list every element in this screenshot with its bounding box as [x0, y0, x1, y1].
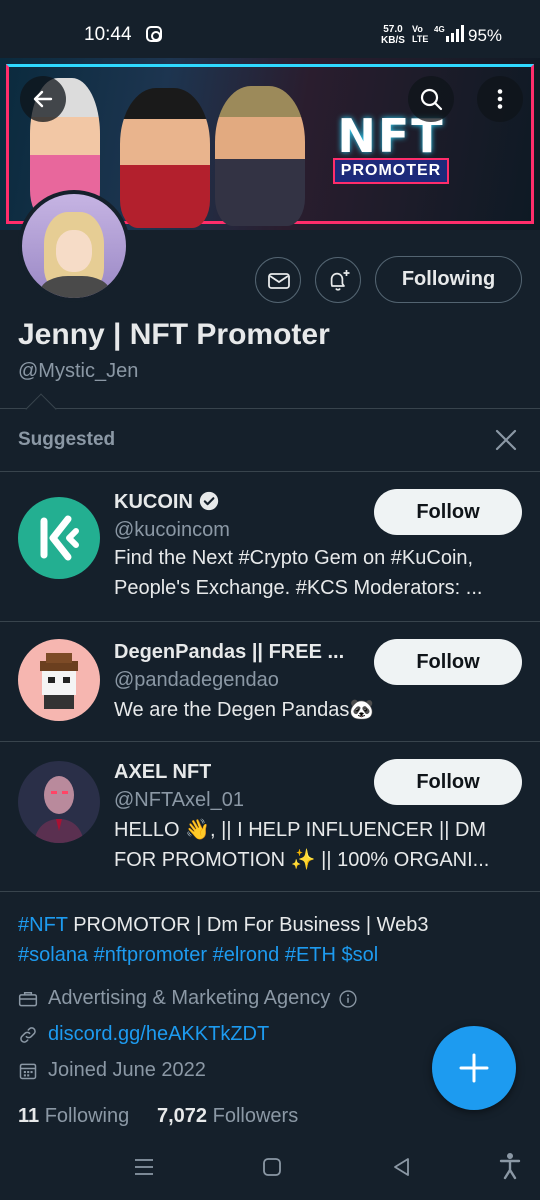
follow-counts: 11 Following 7,072 Followers — [18, 1105, 298, 1128]
axel-avatar-icon — [34, 776, 84, 843]
account-name-text: KUCOIN — [114, 491, 193, 513]
suggested-account-handle: @NFTAxel_01 — [114, 789, 244, 811]
suggested-title: Suggested — [18, 429, 116, 450]
following-button[interactable]: Following — [375, 256, 522, 303]
briefcase-icon — [18, 991, 38, 1006]
divider — [0, 408, 540, 409]
kucoin-logo-icon — [40, 515, 79, 561]
close-icon[interactable] — [494, 428, 518, 452]
banner-character — [120, 88, 210, 228]
suggested-account[interactable]: DegenPandas || FREE ... @pandadegendao W… — [0, 621, 540, 741]
followers-label: Followers — [212, 1105, 299, 1127]
signal-icon: 4G — [434, 25, 464, 42]
profile-handle: @Mystic_Jen — [18, 360, 139, 382]
accessibility-icon[interactable] — [498, 1152, 522, 1180]
divider — [0, 891, 540, 892]
following-count-link[interactable]: 11 Following — [18, 1105, 129, 1127]
hashtag-link[interactable]: #ETH — [285, 944, 336, 966]
kucoin-avatar — [18, 497, 100, 579]
following-label: Following — [44, 1105, 130, 1127]
message-button[interactable] — [255, 257, 301, 303]
search-icon — [420, 88, 443, 111]
link-icon — [20, 1026, 36, 1043]
network-speed: 57.0 KB/S — [381, 24, 405, 46]
more-vertical-icon — [497, 89, 503, 109]
back-arrow-icon — [33, 90, 53, 108]
follow-button[interactable]: Follow — [374, 759, 522, 805]
system-navigation-bar — [0, 1140, 540, 1200]
plus-icon — [459, 1053, 489, 1083]
suggested-caret — [25, 393, 57, 425]
website-row: discord.gg/heAKKTkZDT — [18, 1023, 269, 1046]
suggested-account[interactable]: AXEL NFT @NFTAxel_01 HELLO 👋, || I HELP … — [0, 741, 540, 891]
suggested-account-bio: Find the Next #Crypto Gem on #KuCoin, Pe… — [114, 547, 483, 599]
category-row: Advertising & Marketing Agency — [18, 987, 358, 1010]
display-name: Jenny | NFT Promoter — [18, 318, 330, 351]
network-speed-unit: KB/S — [381, 35, 405, 46]
hashtag-link[interactable]: #NFT — [18, 914, 68, 936]
notifications-button[interactable] — [315, 257, 361, 303]
profile-website-link[interactable]: discord.gg/heAKKTkZDT — [48, 1023, 269, 1046]
volte-bottom: LTE — [412, 34, 429, 44]
suggested-account-bio: HELLO 👋, || I HELP INFLUENCER || DM FOR … — [114, 819, 490, 871]
suggested-account-bio: We are the Degen Pandas🐼 — [114, 699, 375, 721]
avatar-dress — [40, 276, 110, 298]
suggested-account-handle: @pandadegendao — [114, 669, 279, 691]
status-bar: 10:44 57.0 KB/S Vo LTE 4G 95% — [0, 0, 540, 58]
search-button[interactable] — [408, 76, 454, 122]
suggested-account-name: KUCOIN — [114, 491, 219, 514]
network-speed-value: 57.0 — [383, 24, 403, 35]
info-icon[interactable] — [338, 989, 358, 1009]
recent-apps-icon[interactable] — [132, 1156, 156, 1178]
home-icon[interactable] — [261, 1156, 283, 1178]
follow-button[interactable]: Follow — [374, 489, 522, 535]
volte-indicator: Vo LTE — [412, 24, 428, 44]
cashtag-link[interactable]: $sol — [342, 944, 379, 966]
bio-text: PROMOTOR | Dm For Business | Web3 — [67, 914, 429, 936]
suggested-account[interactable]: KUCOIN @kucoincom Find the Next #Crypto … — [0, 471, 540, 621]
profile-category: Advertising & Marketing Agency — [48, 987, 331, 1009]
mail-icon — [268, 273, 290, 289]
profile-bio: #NFT PROMOTOR | Dm For Business | Web3 #… — [18, 910, 528, 970]
hashtag-link[interactable]: #nftpromoter — [94, 944, 207, 966]
banner-character — [215, 86, 305, 226]
hashtag-link[interactable]: #solana — [18, 944, 88, 966]
back-nav-icon[interactable] — [391, 1156, 411, 1178]
banner-logo-subtext: PROMOTER — [332, 158, 450, 184]
instagram-notification-icon — [146, 26, 162, 42]
more-options-button[interactable] — [477, 76, 523, 122]
verified-badge-icon — [199, 491, 219, 511]
banner-logo-text: NFT — [337, 109, 445, 163]
network-type: 4G — [434, 25, 445, 34]
battery-level: 95% — [468, 26, 503, 45]
suggested-account-name: AXEL NFT — [114, 761, 212, 783]
joined-row: Joined June 2022 — [18, 1059, 206, 1082]
follow-button[interactable]: Follow — [374, 639, 522, 685]
volte-top: Vo — [412, 24, 423, 34]
status-time: 10:44 — [84, 24, 132, 45]
back-button[interactable] — [20, 76, 66, 122]
profile-avatar[interactable] — [18, 190, 130, 302]
joined-date: Joined June 2022 — [48, 1059, 206, 1081]
panda-avatar-icon — [40, 653, 78, 709]
compose-tweet-button[interactable] — [432, 1026, 516, 1110]
axel-nft-avatar — [18, 761, 100, 843]
calendar-icon — [19, 1063, 37, 1079]
hashtag-link[interactable]: #elrond — [213, 944, 280, 966]
suggested-account-name: DegenPandas || FREE ... — [114, 641, 345, 663]
banner-logo: NFT PROMOTER — [316, 109, 466, 184]
following-count: 11 — [18, 1105, 40, 1127]
bell-plus-icon — [330, 270, 350, 291]
suggested-account-handle: @kucoincom — [114, 519, 230, 541]
avatar-face — [56, 230, 92, 272]
degenpandas-avatar — [18, 639, 100, 721]
followers-count-link[interactable]: 7,072 Followers — [157, 1105, 298, 1127]
followers-count: 7,072 — [157, 1105, 208, 1127]
